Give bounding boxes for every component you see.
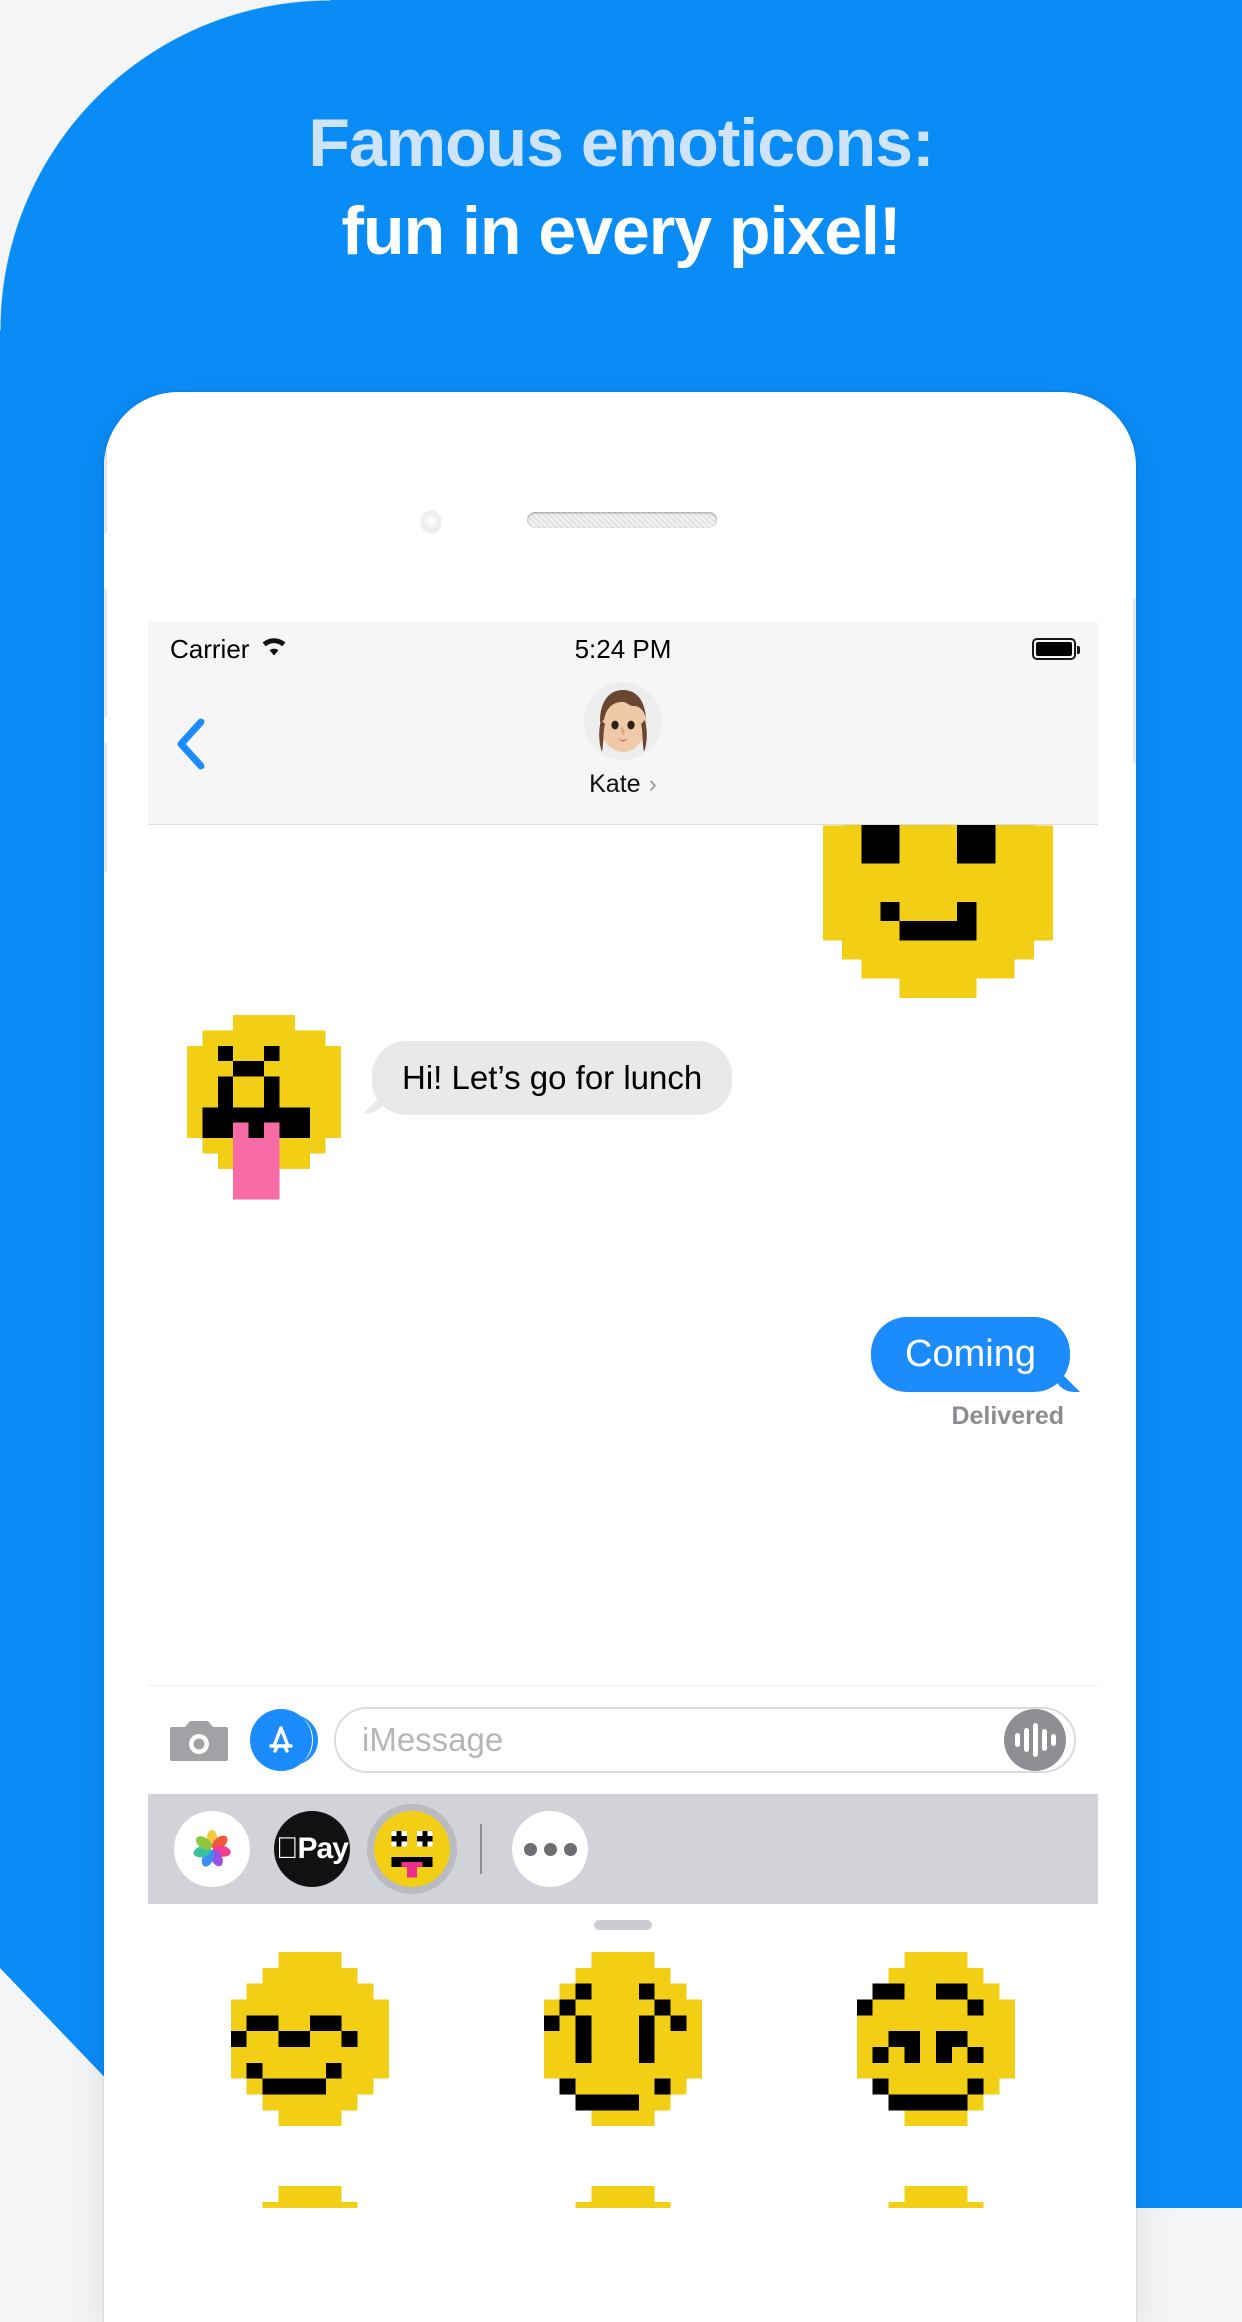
apple-logo-icon:  [276,1834,298,1864]
status-right [774,638,1076,660]
front-camera [421,511,441,533]
message-bubble-outgoing[interactable]: Coming [871,1317,1070,1392]
message-input-placeholder: iMessage [362,1721,1004,1759]
headline: Famous emoticons: fun in every pixel! [0,105,1242,269]
status-time: 5:24 PM [472,634,774,665]
status-bar: Carrier 5:24 PM [148,622,1098,676]
sticker-smug-smile[interactable] [215,1952,405,2142]
sticker-happy-squint[interactable] [841,1952,1031,2142]
message-row-incoming[interactable]: Hi! Let’s go for lunch [164,1015,732,1215]
photos-app-icon[interactable] [174,1811,250,1887]
contact-name: Kate [589,770,640,799]
volume-up-button[interactable] [104,588,107,718]
status-left: Carrier [170,634,472,665]
avatar[interactable] [584,682,662,760]
sticker-heart-eyes[interactable] [528,2186,718,2208]
carrier-label: Carrier [170,634,249,665]
camera-icon[interactable] [170,1717,228,1763]
mute-switch[interactable] [104,448,107,534]
audio-waveform-icon[interactable] [1004,1709,1066,1771]
back-button[interactable] [174,718,208,770]
pixel-smiley-sticker [798,825,1078,1017]
more-apps-button[interactable] [512,1811,588,1887]
drag-handle[interactable] [594,1920,652,1930]
message-bubble-incoming[interactable]: Hi! Let’s go for lunch [372,1041,732,1115]
sticker-tear-eyes-smile[interactable] [528,1952,718,2142]
emoticons-sticker-app-icon[interactable] [374,1811,450,1887]
pixel-tongue-out-sticker[interactable] [164,1015,364,1215]
sticker-dead-plus-eyes[interactable] [841,2186,1031,2208]
volume-down-button[interactable] [104,742,107,872]
sticker-wink-sweat[interactable] [215,2186,405,2208]
delivery-status: Delivered [871,1402,1064,1431]
drawer-divider [480,1824,482,1874]
wifi-icon [259,634,289,665]
sticker-grid[interactable] [154,1930,1092,2208]
contact-header[interactable]: Kate › [148,770,1098,799]
message-row-outgoing[interactable]: Coming Delivered [871,1317,1070,1431]
phone-screen: Carrier 5:24 PM [148,622,1098,2208]
headline-line-1: Famous emoticons: [0,105,1242,181]
message-sticker-outgoing[interactable] [798,825,1078,1017]
message-input-bar: iMessage [148,1685,1098,1794]
app-store-icon[interactable] [250,1709,312,1771]
imessage-app-drawer: Pay [148,1794,1098,1904]
chevron-right-icon: › [649,770,657,799]
power-button[interactable] [1133,598,1136,764]
navigation-bar: Kate › [148,676,1098,825]
battery-icon [1032,638,1076,660]
message-input-field[interactable]: iMessage [334,1707,1076,1773]
headline-line-2: fun in every pixel! [0,193,1242,269]
message-thread[interactable]: Hi! Let’s go for lunch Coming Delivered [148,825,1098,1685]
sticker-browser-panel[interactable] [154,1904,1092,2208]
earpiece-speaker [527,512,717,528]
apple-pay-app-icon[interactable]: Pay [274,1811,350,1887]
apple-pay-label: Pay [298,1832,348,1866]
